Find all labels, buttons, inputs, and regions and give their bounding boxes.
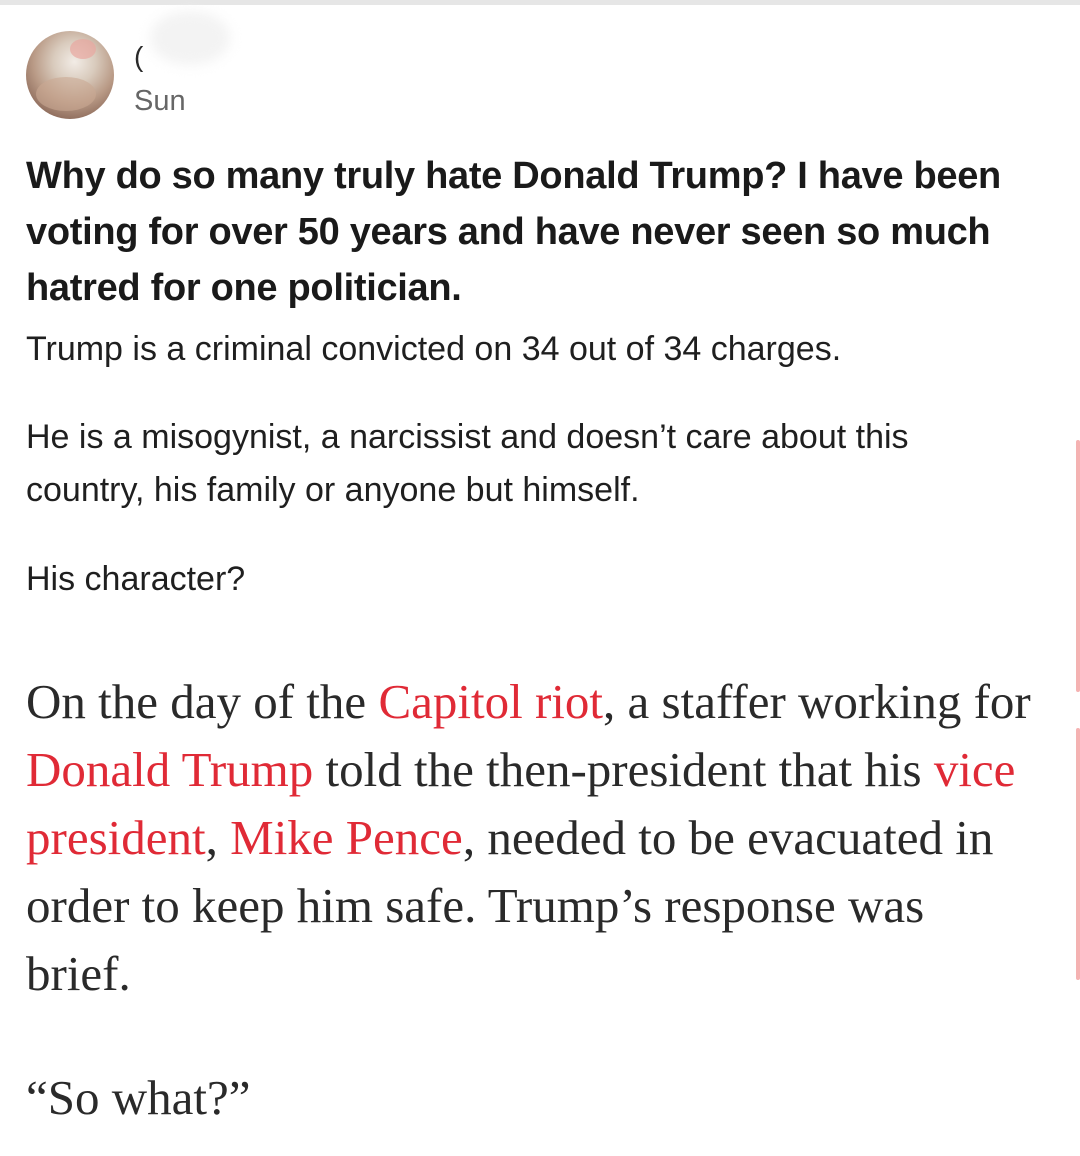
scroll-indicator — [1076, 440, 1080, 692]
answer-paragraph-1: Trump is a criminal convicted on 34 out … — [26, 330, 842, 368]
author-name[interactable]: ( — [134, 41, 143, 73]
top-divider — [0, 0, 1080, 5]
quoted-article-excerpt: On the day of the Capitol riot, a staffe… — [26, 668, 1036, 1132]
question-title[interactable]: Why do so many truly hate Donald Trump? … — [26, 148, 1036, 316]
scroll-indicator — [1076, 728, 1080, 980]
redacted-name-blur — [150, 11, 230, 65]
quote-text: , a staffer working for — [603, 674, 1031, 729]
quote-text: On the day of the — [26, 674, 379, 729]
link-mike-pence: Mike Pence — [230, 810, 463, 865]
quote-paragraph: On the day of the Capitol riot, a staffe… — [26, 668, 1036, 1008]
link-capitol-riot: Capitol riot — [378, 674, 604, 729]
post-timestamp: Sun — [134, 85, 186, 117]
answer-paragraph-3: His character? — [26, 560, 246, 598]
quote-closing-line: “So what?” — [26, 1070, 251, 1125]
answer-paragraph-2: He is a misogynist, a narcissist and doe… — [26, 418, 909, 509]
avatar[interactable] — [26, 31, 114, 119]
quote-text: , — [205, 810, 231, 865]
quote-text: told the then-president that his — [313, 742, 934, 797]
post-header: ( Sun — [26, 11, 1046, 121]
link-donald-trump: Donald Trump — [26, 742, 314, 797]
